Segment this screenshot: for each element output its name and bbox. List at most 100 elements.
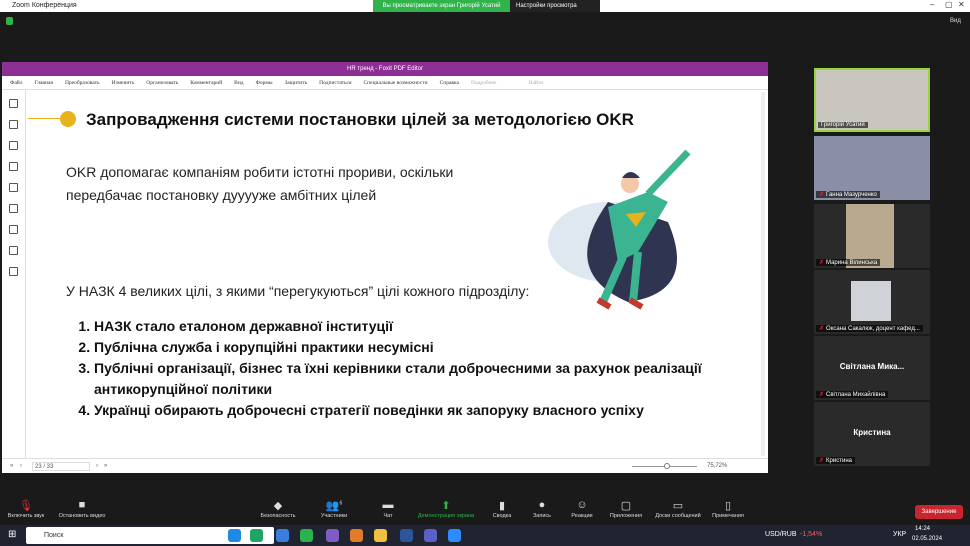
app-title: Zoom Конференция: [12, 2, 77, 9]
participant-name: Оксана Сакалюк, доцент кафед...: [826, 326, 920, 332]
chat-icon: ▬: [382, 499, 394, 511]
next-page-button[interactable]: ›: [96, 459, 98, 473]
share-icon: ⬆: [441, 500, 451, 512]
pdf-sidebar: [2, 90, 26, 458]
find-input[interactable]: Найти: [529, 80, 544, 86]
zoom-icon[interactable]: [448, 529, 461, 542]
view-button[interactable]: Вид: [950, 18, 961, 24]
video-tile[interactable]: Григорій Усатий: [814, 68, 930, 132]
camera-icon: ■: [78, 499, 86, 511]
first-page-button[interactable]: «: [10, 459, 13, 473]
form-icon[interactable]: [9, 246, 18, 255]
scrollbar[interactable]: [761, 92, 765, 456]
intro-line-1: OKR допомагає компаніям робити істотні п…: [66, 164, 454, 180]
zoom-level[interactable]: 75,72%: [707, 459, 727, 473]
pdf-title: HR тренд - Foxit PDF Editor: [2, 62, 768, 76]
participant-display-name: Світлана Мика...: [839, 362, 905, 371]
attachment-icon[interactable]: [9, 204, 18, 213]
sign-icon[interactable]: [9, 183, 18, 192]
muted-mic-icon: 🎙: [19, 500, 33, 512]
muted-mic-icon: ✗: [819, 326, 825, 332]
menu-view[interactable]: Вид: [234, 80, 243, 86]
participant-name: Світлана Михайлівна: [826, 392, 886, 398]
view-options-button[interactable]: Настройки просмотра: [510, 0, 600, 12]
language[interactable]: УКР: [893, 531, 906, 538]
participant-name: Григорій Усатий: [818, 122, 868, 128]
slide-heading: Запровадження системи постановки цілей з…: [86, 110, 634, 129]
menu-protect[interactable]: Защитить: [285, 80, 308, 86]
meeting-toolbar: 🎙 Включить звук ■ Остановить видео ◆ Безопа…: [0, 495, 970, 525]
status-bar: « ‹ 23 / 33 › » 75,72%: [2, 458, 768, 473]
word-icon[interactable]: [400, 529, 413, 542]
video-tile[interactable]: ✗ Марина Вілинська: [814, 204, 930, 268]
video-tile[interactable]: ✗ Ганна Мазурченко: [814, 136, 930, 200]
layers-icon[interactable]: [9, 162, 18, 171]
goal-item: Українці обирають доброчесні стратегії п…: [94, 400, 718, 421]
app-icon[interactable]: [276, 529, 289, 542]
viber-icon[interactable]: [326, 529, 339, 542]
clock-date[interactable]: 02.05.2024: [912, 536, 942, 542]
menu-forms[interactable]: Формы: [256, 80, 273, 86]
video-button[interactable]: ■ Остановить видео: [52, 495, 112, 519]
participants-button[interactable]: 👥6 Участники: [304, 495, 364, 519]
pages-icon[interactable]: [9, 120, 18, 129]
explorer-icon[interactable]: [374, 529, 387, 542]
video-tile[interactable]: Світлана Мика... ✗ Світлана Михайлівна: [814, 336, 930, 400]
menu-edit[interactable]: Изменить: [111, 80, 134, 86]
heading-line: [28, 118, 62, 119]
zoom-slider-thumb[interactable]: [664, 463, 670, 469]
menu-file[interactable]: Файл: [10, 80, 22, 86]
menu-accessibility[interactable]: Специальные возможности: [364, 80, 428, 86]
notes-button[interactable]: ▯ Примечания: [698, 495, 758, 519]
close-button[interactable]: ✕: [958, 0, 965, 9]
clock-time[interactable]: 14:24: [915, 526, 930, 532]
people-icon: 👥6: [325, 500, 343, 512]
maximize-button[interactable]: ▢: [945, 0, 953, 9]
pdf-window: HR тренд - Foxit PDF Editor Файл Главная…: [2, 62, 768, 473]
end-meeting-button[interactable]: Завершение: [915, 505, 963, 519]
muted-mic-icon: ✗: [819, 392, 825, 398]
taskbar: ⊞ Поиск USD/RUB -1,54% УКР 14:24 02.05.2…: [0, 525, 970, 546]
menu-more[interactable]: Подробнее: [471, 80, 497, 86]
video-tile[interactable]: Кристина ✗ Кристина: [814, 402, 930, 466]
windows-start-icon[interactable]: ⊞: [8, 529, 16, 540]
video-tile[interactable]: ✗ Оксана Сакалюк, доцент кафед...: [814, 270, 930, 334]
compare-icon[interactable]: [9, 267, 18, 276]
chat-button[interactable]: ▬ Чат: [358, 495, 418, 519]
teams-icon[interactable]: [424, 529, 437, 542]
page-input[interactable]: 23 / 33: [32, 462, 90, 471]
apps-button[interactable]: ▢ Приложения: [596, 495, 656, 519]
intro-line-2: передбачає постановку дууууже амбітних ц…: [66, 187, 377, 203]
edge-icon[interactable]: [250, 529, 263, 542]
share-screen-button[interactable]: ⬆ Демонстрация экрана: [416, 495, 476, 519]
shield-icon: ◆: [273, 500, 283, 512]
minimize-button[interactable]: –: [930, 0, 934, 9]
menu-convert[interactable]: Преобразовать: [65, 80, 100, 86]
share-banner: Вы просматриваете экран Григорій Усатий: [373, 0, 510, 12]
menu-comment[interactable]: Комментарий: [190, 80, 222, 86]
security-icon[interactable]: [9, 225, 18, 234]
prev-page-button[interactable]: ‹: [20, 459, 22, 473]
ticker-change: -1,54%: [800, 531, 823, 538]
security-button[interactable]: ◆ Безопасность: [248, 495, 308, 519]
bookmark-icon[interactable]: [9, 99, 18, 108]
shield-icon[interactable]: [6, 17, 13, 25]
menu-organize[interactable]: Организовать: [146, 80, 178, 86]
foxit-icon[interactable]: [350, 529, 363, 542]
participant-name: Кристина: [826, 458, 852, 464]
unmute-button[interactable]: 🎙 Включить звук: [0, 495, 56, 519]
wechat-icon[interactable]: [300, 529, 313, 542]
ticker[interactable]: USD/RUB: [765, 531, 797, 538]
menu-bar: Файл Главная Преобразовать Изменить Орга…: [2, 76, 768, 90]
goal-item: Публічні організації, бізнес та їхні кер…: [94, 358, 718, 400]
heading-dot: [60, 111, 76, 127]
apps-icon: ▢: [620, 500, 632, 512]
chrome-icon[interactable]: [228, 529, 241, 542]
search-placeholder: Поиск: [44, 532, 64, 539]
menu-home[interactable]: Главная: [34, 80, 52, 86]
menu-help[interactable]: Справка: [440, 80, 459, 86]
last-page-button[interactable]: »: [104, 459, 107, 473]
muted-mic-icon: ✗: [819, 458, 825, 464]
menu-sign[interactable]: Подпистаться: [319, 80, 351, 86]
comment-icon[interactable]: [9, 141, 18, 150]
